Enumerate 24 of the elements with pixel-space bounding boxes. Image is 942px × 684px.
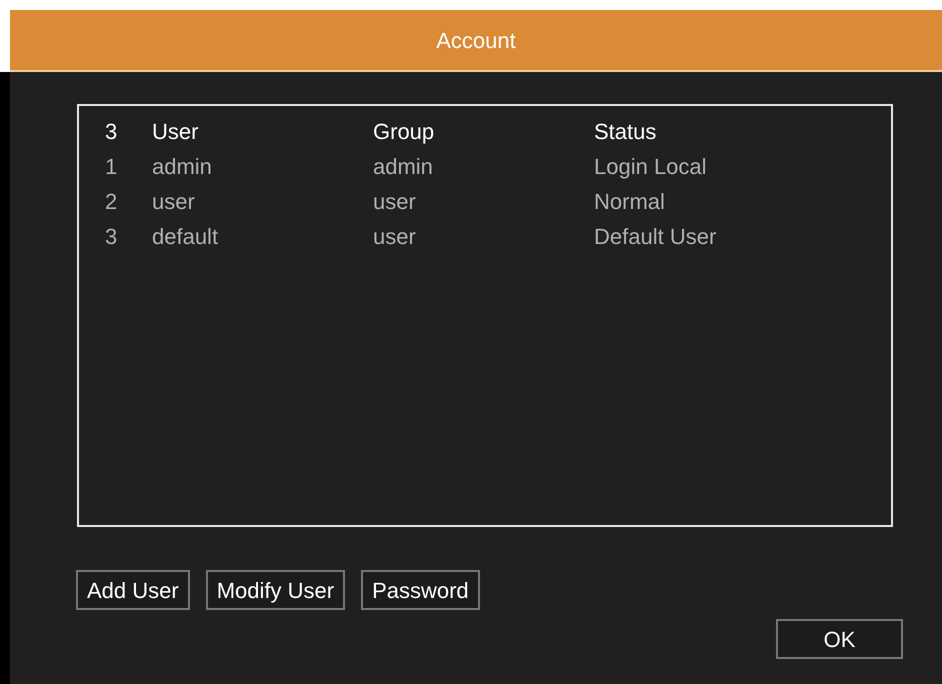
row-number: 3	[105, 223, 118, 251]
group-cell-text: user	[373, 188, 417, 216]
ok-button[interactable]: OK	[776, 619, 903, 659]
status-cell-text: Default User	[594, 223, 718, 251]
table-row[interactable]: 3 default user Default User	[105, 219, 891, 254]
group-cell-text: user	[373, 223, 417, 251]
status-cell-text: Normal	[594, 188, 666, 216]
action-button[interactable]: Add User	[76, 570, 190, 610]
row-number: 2	[105, 188, 118, 216]
table-row[interactable]: 1 admin admin Login Local	[105, 149, 891, 184]
user-cell-text: default	[152, 223, 220, 251]
window-title: Account	[436, 26, 516, 54]
group-cell-text: admin	[373, 153, 434, 181]
table-row[interactable]: 2 user user Normal	[105, 184, 891, 219]
row-count: 3	[105, 118, 118, 146]
column-header: Status	[594, 118, 658, 146]
status-cell-text: Login Local	[594, 153, 708, 181]
user-cell-text: user	[152, 188, 196, 216]
user-cell-text: admin	[152, 153, 213, 181]
row-number: 1	[105, 153, 118, 181]
action-button[interactable]: Modify User	[206, 570, 346, 610]
action-button[interactable]: Password	[361, 570, 480, 610]
column-header: Group	[373, 118, 436, 146]
column-header: User	[152, 118, 200, 146]
